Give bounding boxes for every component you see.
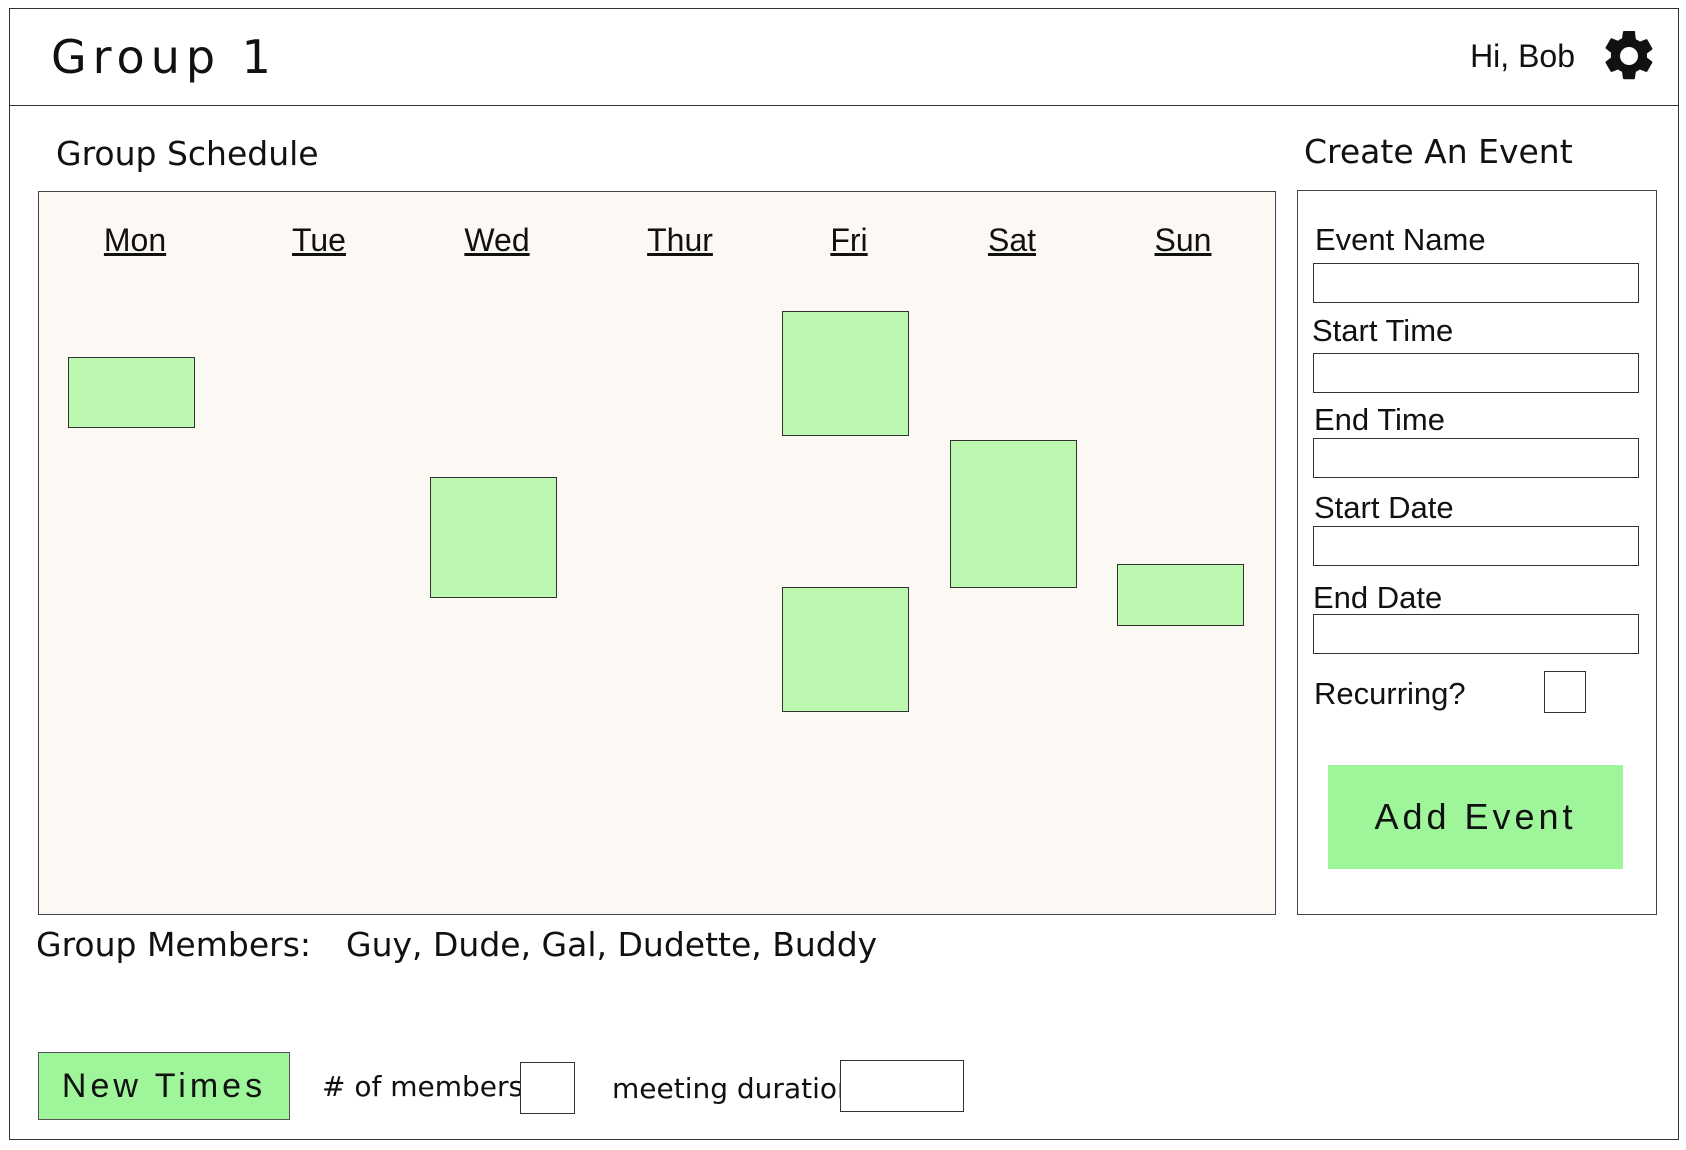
recurring-label: Recurring? <box>1314 676 1466 711</box>
meeting-duration-label: meeting duration: <box>612 1072 865 1105</box>
event-block-sat[interactable] <box>950 440 1077 588</box>
day-header-sat[interactable]: Sat <box>988 222 1036 259</box>
group-title: Group 1 <box>51 30 277 84</box>
schedule-title: Group Schedule <box>56 134 319 173</box>
end-date-label: End Date <box>1313 580 1443 615</box>
end-time-label: End Time <box>1314 402 1445 437</box>
event-block-fri-2[interactable] <box>782 587 909 712</box>
end-time-input[interactable] <box>1313 438 1639 478</box>
start-date-input[interactable] <box>1313 526 1639 566</box>
header: Group 1 Hi, Bob <box>9 8 1679 106</box>
event-block-mon[interactable] <box>68 357 195 428</box>
start-date-label: Start Date <box>1314 490 1454 525</box>
event-block-wed[interactable] <box>430 477 557 598</box>
day-header-wed[interactable]: Wed <box>464 222 529 259</box>
create-event-form: Event Name Start Time End Time Start Dat… <box>1297 190 1657 915</box>
day-header-mon[interactable]: Mon <box>104 222 166 259</box>
day-header-thur[interactable]: Thur <box>647 222 713 259</box>
day-header-tue[interactable]: Tue <box>292 222 346 259</box>
event-name-label: Event Name <box>1315 222 1486 257</box>
start-time-input[interactable] <box>1313 353 1639 393</box>
add-event-button[interactable]: Add Event <box>1328 765 1623 869</box>
create-event-title: Create An Event <box>1304 132 1573 171</box>
group-members-list: Guy, Dude, Gal, Dudette, Buddy <box>346 925 878 964</box>
user-greeting: Hi, Bob <box>1470 38 1575 74</box>
start-time-label: Start Time <box>1312 313 1454 348</box>
group-members-label: Group Members: <box>36 925 312 964</box>
event-name-input[interactable] <box>1313 263 1639 303</box>
event-block-sun[interactable] <box>1117 564 1244 626</box>
end-date-input[interactable] <box>1313 614 1639 654</box>
schedule-calendar: Mon Tue Wed Thur Fri Sat Sun <box>38 191 1276 915</box>
meeting-duration-input[interactable] <box>840 1060 964 1112</box>
recurring-checkbox[interactable] <box>1544 671 1586 713</box>
day-header-sun[interactable]: Sun <box>1155 222 1212 259</box>
members-count-label: # of members: <box>322 1070 533 1103</box>
day-header-fri[interactable]: Fri <box>830 222 867 259</box>
members-count-input[interactable] <box>520 1062 575 1114</box>
gear-icon[interactable] <box>1599 26 1659 86</box>
event-block-fri-1[interactable] <box>782 311 909 436</box>
new-times-button[interactable]: New Times <box>38 1052 290 1120</box>
